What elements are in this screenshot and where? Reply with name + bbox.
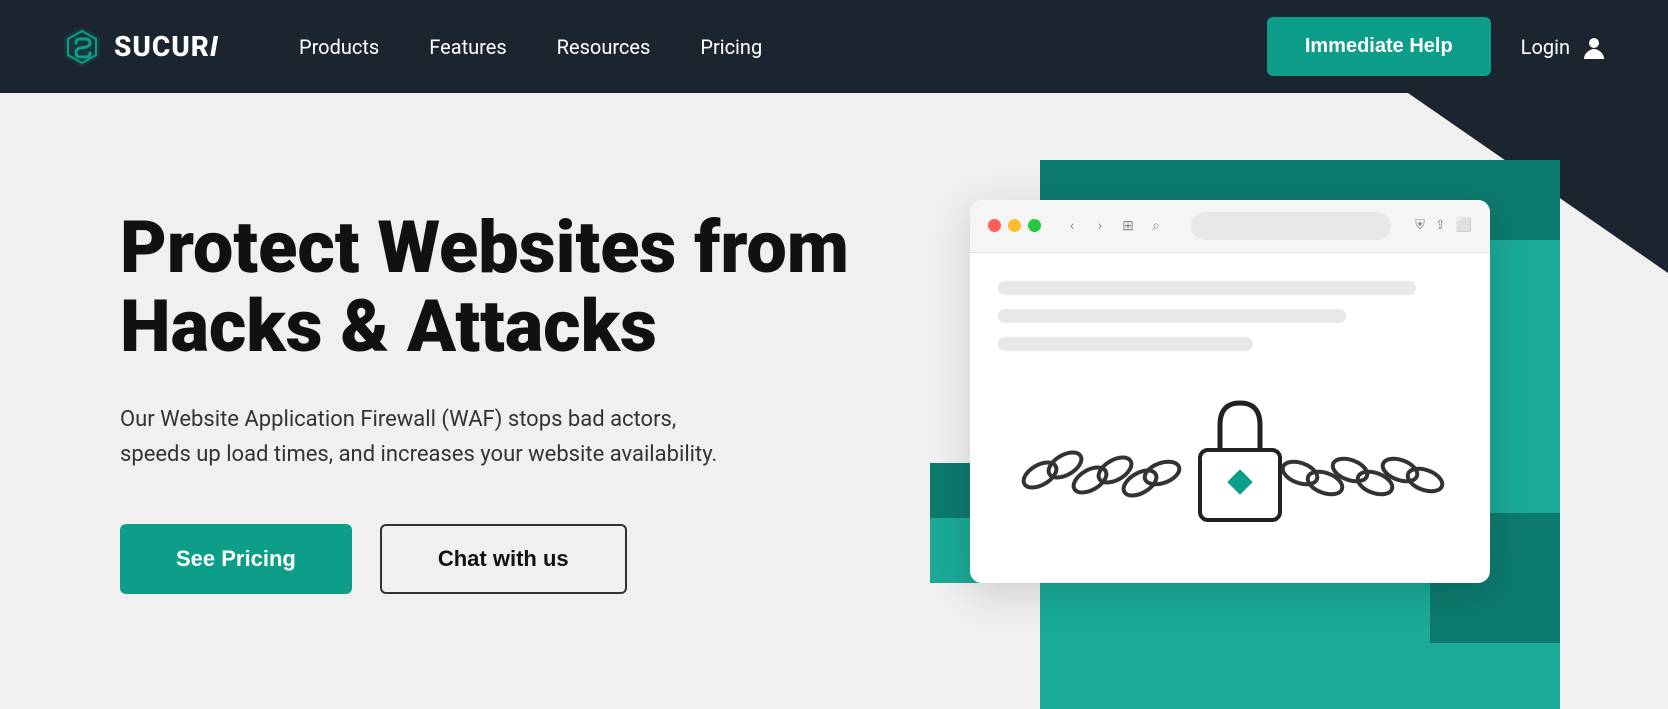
hero-content: Protect Websites from Hacks & Attacks Ou… — [120, 208, 900, 595]
browser-content — [970, 253, 1490, 583]
hero-subtitle: Our Website Application Firewall (WAF) s… — [120, 402, 740, 472]
back-icon: ‹ — [1061, 215, 1083, 237]
hero-title: Protect Websites from Hacks & Attacks — [120, 208, 900, 366]
maximize-dot — [1028, 219, 1041, 232]
login-area[interactable]: Login — [1521, 33, 1608, 61]
grid-icon: ⊞ — [1117, 215, 1139, 237]
content-line-2 — [998, 309, 1346, 323]
logo-text: SUCURi — [114, 30, 219, 63]
browser-mockup: ‹ › ⊞ ⌕ ⛨ ⇪ ⬜ — [970, 200, 1490, 583]
see-pricing-button[interactable]: See Pricing — [120, 524, 352, 594]
nav-products[interactable]: Products — [299, 35, 379, 59]
user-icon — [1580, 33, 1608, 61]
nav-features[interactable]: Features — [429, 35, 506, 59]
hero-buttons: See Pricing Chat with us — [120, 524, 900, 594]
minimize-dot — [1008, 219, 1021, 232]
nav-pricing[interactable]: Pricing — [700, 35, 762, 59]
forward-icon: › — [1089, 215, 1111, 237]
content-line-3 — [998, 337, 1253, 351]
nav-links: Products Features Resources Pricing — [299, 35, 1267, 59]
hero-illustration: ‹ › ⊞ ⌕ ⛨ ⇪ ⬜ — [960, 220, 1500, 583]
search-icon: ⌕ — [1145, 215, 1167, 237]
nav-right: Immediate Help Login — [1267, 17, 1608, 76]
expand-icon: ⬜ — [1456, 218, 1472, 233]
share-icon: ⇪ — [1435, 218, 1446, 233]
browser-right-icons: ⛨ ⇪ ⬜ — [1415, 218, 1472, 233]
browser-nav: ‹ › ⊞ ⌕ — [1061, 215, 1167, 237]
url-bar — [1191, 212, 1391, 240]
close-dot — [988, 219, 1001, 232]
shield-icon: ⛨ — [1415, 218, 1425, 233]
content-line-1 — [998, 281, 1416, 295]
browser-toolbar: ‹ › ⊞ ⌕ ⛨ ⇪ ⬜ — [970, 200, 1490, 253]
navbar: SUCURi Products Features Resources Prici… — [0, 0, 1668, 93]
browser-traffic-lights — [988, 219, 1041, 232]
login-label: Login — [1521, 35, 1570, 59]
chat-button[interactable]: Chat with us — [380, 524, 627, 594]
logo[interactable]: SUCURi — [60, 25, 219, 69]
hero-section: Protect Websites from Hacks & Attacks Ou… — [0, 93, 1668, 709]
sucuri-logo-icon — [60, 25, 104, 69]
nav-resources[interactable]: Resources — [557, 35, 651, 59]
lock-chain-illustration — [1000, 375, 1460, 555]
immediate-help-button[interactable]: Immediate Help — [1267, 17, 1491, 76]
